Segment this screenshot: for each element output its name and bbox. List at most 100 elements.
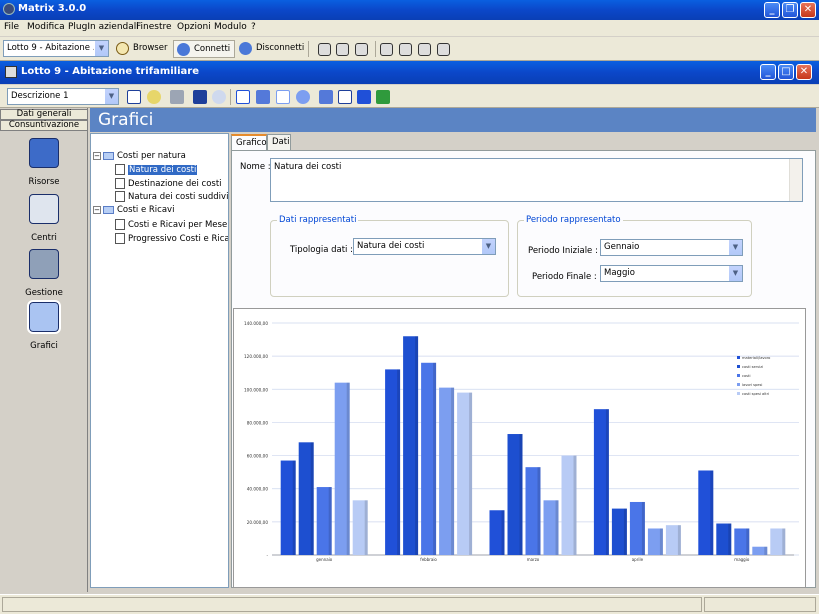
column-chart-icon[interactable] — [338, 90, 352, 104]
chevron-down-icon: ▼ — [728, 266, 742, 281]
descrizione-select[interactable]: Descrizione 1 ▼ — [7, 88, 119, 105]
disconnetti-button[interactable]: Disconnetti — [236, 40, 308, 58]
dati-generali-button[interactable]: Dati generali — [0, 109, 88, 120]
lotto-select-value: Lotto 9 - Abitazione ... — [7, 43, 101, 53]
sidebar-item-centri[interactable]: Centri — [0, 194, 88, 243]
legend-swatch — [737, 374, 740, 377]
left-navigation-panel: Dati generali Consuntivazione Risorse Ce… — [0, 108, 88, 592]
collapse-icon[interactable]: − — [93, 205, 101, 214]
browser-button[interactable]: Browser — [113, 40, 171, 58]
bar-shade — [623, 508, 627, 555]
tool-icon-7[interactable] — [437, 43, 450, 56]
tool-icon-4[interactable] — [380, 43, 393, 56]
connect-icon — [177, 43, 190, 56]
bar-shade — [310, 442, 314, 555]
sidebar-item-risorse[interactable]: Risorse — [0, 138, 88, 187]
nome-label: Nome : — [240, 162, 271, 172]
sidebar-item-label: Gestione — [25, 288, 63, 298]
save-icon[interactable] — [193, 90, 207, 104]
minimize-button[interactable]: _ — [764, 2, 780, 18]
bar-chart-icon[interactable] — [236, 90, 250, 104]
x-tick-label: gennaio — [316, 557, 333, 562]
area-chart-icon[interactable] — [256, 90, 270, 104]
menu-help[interactable]: ? — [251, 22, 256, 32]
search-icon[interactable] — [147, 90, 161, 104]
tree-item-label: Progressivo Costi e Ricav — [128, 234, 229, 244]
undo-icon[interactable] — [212, 90, 226, 104]
app-title-bar: Matrix 3.0.0 _ ❐ ✕ — [0, 0, 819, 20]
tab-dati[interactable]: Dati — [267, 134, 291, 150]
tree-item[interactable]: Destinazione dei costi — [115, 178, 222, 189]
close-button[interactable]: ✕ — [800, 2, 816, 18]
nome-field-value: Natura dei costi — [274, 162, 342, 172]
chevron-down-icon: ▼ — [481, 239, 495, 254]
camera-icon[interactable] — [357, 90, 371, 104]
tool-icon-2[interactable] — [336, 43, 349, 56]
inner-maximize-button[interactable]: □ — [778, 64, 794, 80]
tipologia-label: Tipologia dati : — [290, 245, 353, 255]
menu-opzioni[interactable]: Opzioni — [177, 22, 211, 32]
tree-item[interactable]: Costi e Ricavi per Mese — [115, 219, 227, 230]
menu-finestre[interactable]: Finestre — [136, 22, 172, 32]
chart-document-icon — [115, 233, 125, 244]
chart-toolbar: Descrizione 1 ▼ — [0, 85, 819, 108]
bar-shade — [728, 523, 732, 555]
periodo-finale-select[interactable]: Maggio ▼ — [600, 265, 743, 282]
line-chart-icon[interactable] — [276, 90, 290, 104]
tipologia-select-value: Natura dei costi — [357, 241, 425, 251]
status-cell — [2, 597, 702, 612]
menu-modulo[interactable]: Modulo — [214, 22, 247, 32]
sidebar-item-label: Grafici — [30, 341, 58, 351]
excel-export-icon[interactable] — [376, 90, 390, 104]
sidebar-item-gestione[interactable]: Gestione — [0, 249, 88, 298]
chart-document-icon — [115, 164, 125, 175]
inner-minimize-button[interactable]: _ — [760, 64, 776, 80]
maximize-button[interactable]: ❐ — [782, 2, 798, 18]
inner-close-button[interactable]: ✕ — [796, 64, 812, 80]
collapse-icon[interactable]: − — [93, 151, 101, 160]
page-title: Grafici — [90, 108, 816, 132]
lotto-select[interactable]: Lotto 9 - Abitazione ... ▼ — [3, 40, 109, 57]
tool-icon-6[interactable] — [418, 43, 431, 56]
tab-grafico[interactable]: Grafico — [231, 134, 267, 151]
chart-document-icon — [115, 178, 125, 189]
bar-shade — [782, 528, 786, 555]
window-icon[interactable] — [127, 90, 141, 104]
chevron-down-icon: ▼ — [94, 41, 108, 56]
tipologia-select[interactable]: Natura dei costi ▼ — [353, 238, 496, 255]
menu-modifica[interactable]: Modifica — [27, 22, 65, 32]
tree-folder[interactable]: − Costi e Ricavi — [93, 205, 174, 215]
pie-chart-icon[interactable] — [296, 90, 310, 104]
tree-item[interactable]: Natura dei costi — [115, 164, 198, 175]
nome-field[interactable]: Natura dei costi — [270, 158, 803, 202]
users-icon[interactable] — [319, 90, 333, 104]
tool-icon-5[interactable] — [399, 43, 412, 56]
sidebar-item-grafici[interactable]: Grafici — [0, 300, 88, 351]
periodo-iniziale-select[interactable]: Gennaio ▼ — [600, 239, 743, 256]
bar-shade — [659, 528, 663, 555]
bar-shade — [397, 369, 401, 555]
connetti-button[interactable]: Connetti — [173, 40, 236, 58]
tool-icon-1[interactable] — [318, 43, 331, 56]
bar-shade — [469, 392, 473, 555]
y-tick-label: 40.000,00 — [247, 487, 269, 492]
menu-plugin-aziendali[interactable]: PlugIn aziendali — [68, 22, 139, 32]
bar-shade — [605, 409, 609, 555]
inner-window-title: Lotto 9 - Abitazione trifamiliare — [21, 66, 199, 77]
inner-window-title-bar: Lotto 9 - Abitazione trifamiliare _ □ ✕ — [0, 61, 819, 84]
print-icon[interactable] — [170, 90, 184, 104]
status-bar — [0, 594, 819, 614]
scrollbar[interactable] — [789, 159, 802, 201]
legend-label: lavori spesi — [742, 383, 762, 387]
group-title: Periodo rappresentato — [524, 215, 623, 225]
menu-file[interactable]: File — [4, 22, 19, 32]
legend-label: costi servizi — [742, 365, 763, 369]
tree-item[interactable]: Natura dei costi suddivisi — [115, 191, 228, 202]
tree-folder[interactable]: − Costi per natura — [93, 151, 186, 161]
bar-shade — [537, 467, 541, 555]
y-tick-label: 120.000,00 — [244, 354, 268, 359]
tool-icon-3[interactable] — [355, 43, 368, 56]
tree-folder-label: Costi per natura — [117, 151, 186, 161]
tree-item[interactable]: Progressivo Costi e Ricav — [115, 233, 229, 244]
consuntivazione-button[interactable]: Consuntivazione — [0, 120, 88, 131]
